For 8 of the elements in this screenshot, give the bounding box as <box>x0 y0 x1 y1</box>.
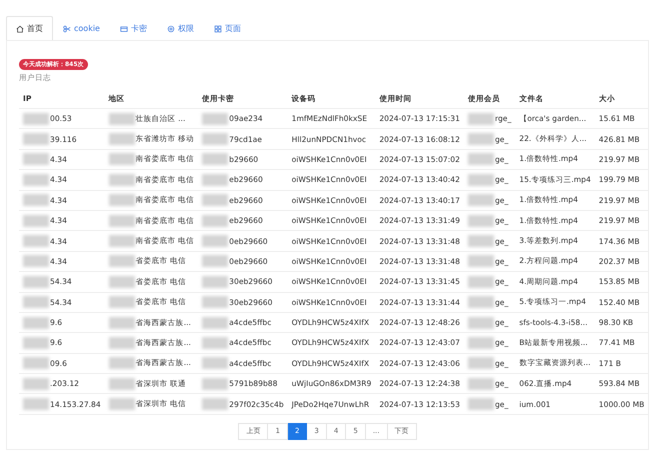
card-icon <box>120 24 128 32</box>
tab[interactable]: cookie <box>53 16 110 40</box>
tab[interactable]: 首页 <box>6 16 53 40</box>
grid-icon <box>214 24 222 32</box>
home-icon <box>16 24 24 32</box>
tab[interactable]: 权限 <box>156 16 204 40</box>
tab[interactable]: 页面 <box>204 16 251 40</box>
tab[interactable]: 卡密 <box>110 16 157 40</box>
